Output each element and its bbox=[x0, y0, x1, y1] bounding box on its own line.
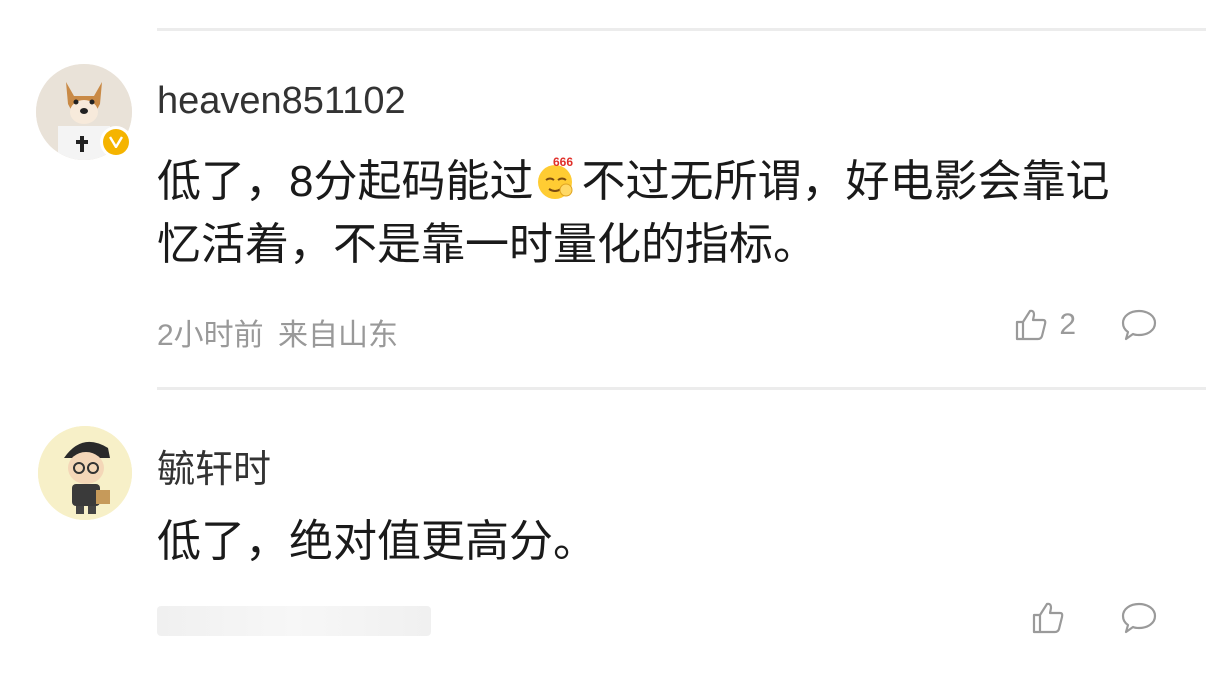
avatar[interactable] bbox=[38, 426, 132, 520]
comment-bubble-icon bbox=[1121, 602, 1157, 634]
emoji-badge-text: 666 bbox=[553, 155, 573, 169]
like-button[interactable] bbox=[1030, 600, 1066, 636]
comment-username[interactable]: 毓轩时 bbox=[157, 438, 271, 493]
comment-text-part: 低了，8分起码能过 bbox=[157, 157, 534, 206]
comment-text: 低了，绝对值更高分。 bbox=[157, 517, 597, 566]
comment-meta: 2小时前 来自山东 bbox=[157, 310, 398, 354]
thumbs-up-icon bbox=[1032, 602, 1064, 634]
comment-text: 低了，8分起码能过 666 不过无所谓，好电影会靠记忆活着，不是靠一时量化的指标… bbox=[157, 150, 1146, 276]
comment-actions: 2 bbox=[1013, 307, 1158, 343]
comment-item: 毓轩时 低了，绝对值更高分。 bbox=[0, 390, 1206, 682]
reply-button[interactable] bbox=[1120, 600, 1158, 636]
comment-location: 来自山东 bbox=[278, 319, 399, 352]
comment-bubble-icon bbox=[1121, 309, 1157, 341]
thumbs-up-icon bbox=[1016, 309, 1047, 341]
like-count: 2 bbox=[1059, 308, 1076, 341]
comment-username[interactable]: heaven851102 bbox=[157, 80, 406, 123]
666-emoji-icon: 666 bbox=[533, 154, 581, 202]
blurred-meta bbox=[157, 606, 431, 636]
like-button[interactable]: 2 bbox=[1013, 307, 1076, 343]
comment-time: 2小时前 bbox=[157, 319, 264, 352]
cartoon-avatar-icon bbox=[38, 426, 132, 520]
reply-button[interactable] bbox=[1120, 307, 1158, 343]
comment-item: heaven851102 低了，8分起码能过 666 不过无所谓，好电影会靠记忆… bbox=[0, 0, 1206, 390]
comment-actions bbox=[1030, 600, 1158, 636]
verified-badge-icon bbox=[100, 126, 132, 158]
